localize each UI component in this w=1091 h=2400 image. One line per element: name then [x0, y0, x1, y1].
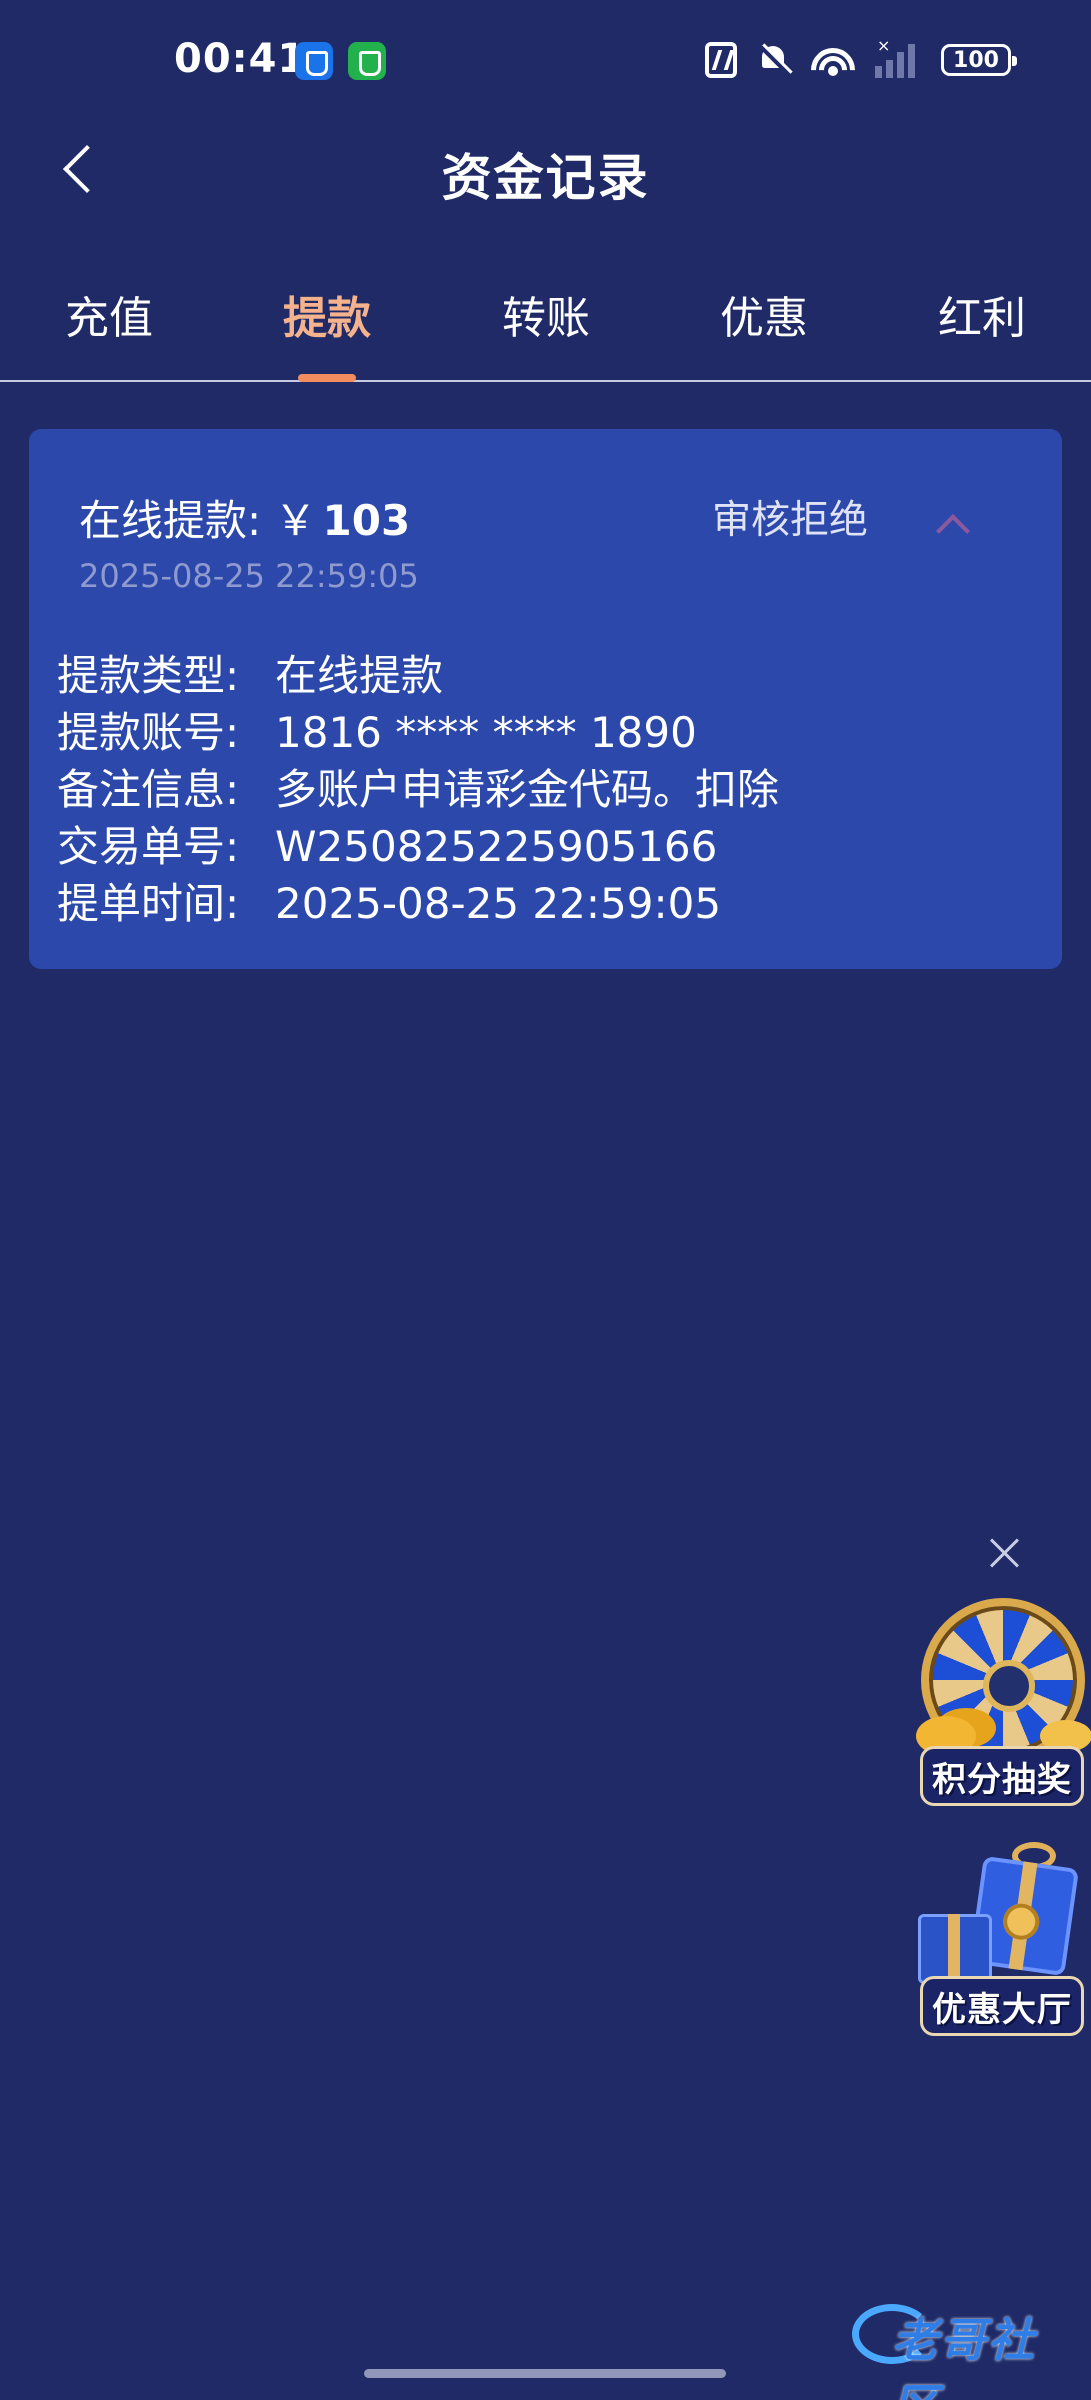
detail-label: 交易单号:: [57, 822, 240, 871]
detail-value: 多账户申请彩金代码。扣除: [275, 765, 780, 814]
detail-label: 提单时间:: [57, 879, 240, 928]
detail-value: 2025-08-25 22:59:05: [275, 879, 722, 928]
tab-transfer[interactable]: 转账: [466, 282, 626, 346]
detail-value: W250825225905166: [275, 822, 718, 871]
promotion-hall-button[interactable]: 优惠大厅: [916, 1838, 1088, 2040]
status-icons: × 100: [705, 36, 1017, 80]
mute-icon: [757, 42, 791, 78]
watermark-logo: 老哥社区: [852, 2300, 1078, 2400]
detail-row: 备注信息: 多账户申请彩金代码。扣除: [57, 761, 779, 818]
wifi-icon: [811, 42, 855, 78]
detail-label: 提款类型:: [57, 651, 240, 700]
page-title: 资金记录: [441, 149, 650, 207]
vpn-shield-icon: [295, 42, 333, 80]
lottery-label: 积分抽奖: [920, 1746, 1084, 1806]
battery-icon: 100: [941, 44, 1017, 76]
status-badge: 审核拒绝: [712, 498, 869, 543]
detail-list: 提款类型: 在线提款 提款账号: 1816 **** **** 1890 备注信…: [57, 647, 779, 932]
nfc-icon: [705, 42, 737, 78]
tab-withdraw[interactable]: 提款: [247, 282, 407, 346]
detail-row: 提款账号: 1816 **** **** 1890: [57, 704, 779, 761]
detail-label: 备注信息:: [57, 765, 240, 814]
signal-icon: ×: [875, 36, 921, 78]
withdrawal-record-card[interactable]: 在线提款: ￥ 103 2025-08-25 22:59:05 审核拒绝 提款类型…: [29, 429, 1062, 969]
detail-value: 在线提款: [275, 651, 444, 700]
record-amount: 103: [322, 496, 411, 545]
status-bar: 00:41 × 100: [0, 0, 1091, 120]
watermark-text: 老哥社区: [892, 2313, 1036, 2400]
tab-promotion[interactable]: 优惠: [684, 282, 844, 346]
tab-bonus[interactable]: 红利: [902, 282, 1062, 346]
tab-bar: 充值 提款 转账 优惠 红利: [0, 270, 1091, 382]
detail-row: 交易单号: W250825225905166: [57, 818, 779, 875]
detail-row: 提单时间: 2025-08-25 22:59:05: [57, 875, 779, 932]
nav-header: 资金记录: [0, 120, 1091, 220]
points-lottery-button[interactable]: 积分抽奖: [916, 1598, 1088, 1810]
status-time: 00:41: [174, 36, 307, 82]
detail-label: 提款账号:: [57, 708, 240, 757]
tab-deposit[interactable]: 充值: [29, 282, 189, 346]
active-tab-indicator: [298, 374, 356, 382]
close-icon[interactable]: [985, 1532, 1025, 1572]
record-type: 在线提款:: [79, 496, 262, 545]
currency-symbol: ￥: [274, 496, 317, 545]
record-title: 在线提款: ￥ 103: [79, 487, 410, 548]
detail-value: 1816 **** **** 1890: [275, 708, 697, 757]
record-date: 2025-08-25 22:59:05: [79, 557, 419, 595]
chevron-up-icon[interactable]: [932, 509, 976, 539]
promo-label: 优惠大厅: [920, 1976, 1084, 2036]
home-indicator[interactable]: [364, 2369, 726, 2378]
gift-box-small-icon: [918, 1914, 992, 1984]
security-shield-icon: [348, 42, 386, 80]
detail-row: 提款类型: 在线提款: [57, 647, 779, 704]
